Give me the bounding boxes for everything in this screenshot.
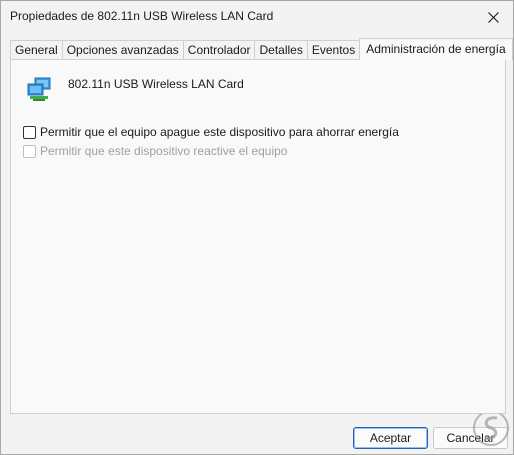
allow-wake-checkbox [23, 144, 36, 158]
tab-driver[interactable]: Controlador [182, 40, 256, 60]
allow-wake-label: Permitir que este dispositivo reactive e… [40, 144, 288, 158]
ok-button[interactable]: Aceptar [353, 427, 428, 449]
tab-power-management[interactable]: Administración de energía [359, 38, 513, 60]
properties-dialog: Propiedades de 802.11n USB Wireless LAN … [0, 0, 514, 455]
tab-general[interactable]: General [10, 40, 63, 60]
power-management-panel: 802.11n USB Wireless LAN Card Permitir q… [10, 59, 506, 414]
allow-turn-off-checkbox[interactable] [23, 125, 36, 139]
tab-details[interactable]: Detalles [254, 40, 308, 60]
window-title: Propiedades de 802.11n USB Wireless LAN … [10, 9, 274, 23]
device-name: 802.11n USB Wireless LAN Card [68, 77, 244, 91]
close-icon [487, 11, 499, 23]
allow-turn-off-option[interactable]: Permitir que el equipo apague este dispo… [23, 125, 399, 139]
tab-strip: General Opciones avanzadas Controlador D… [10, 38, 513, 60]
allow-turn-off-label[interactable]: Permitir que el equipo apague este dispo… [40, 125, 399, 139]
tab-events[interactable]: Eventos [306, 40, 361, 60]
close-button[interactable] [473, 1, 513, 33]
title-bar[interactable]: Propiedades de 802.11n USB Wireless LAN … [1, 1, 513, 33]
allow-wake-option: Permitir que este dispositivo reactive e… [23, 144, 287, 158]
tab-advanced-options[interactable]: Opciones avanzadas [61, 40, 184, 60]
network-adapter-icon [27, 77, 51, 101]
